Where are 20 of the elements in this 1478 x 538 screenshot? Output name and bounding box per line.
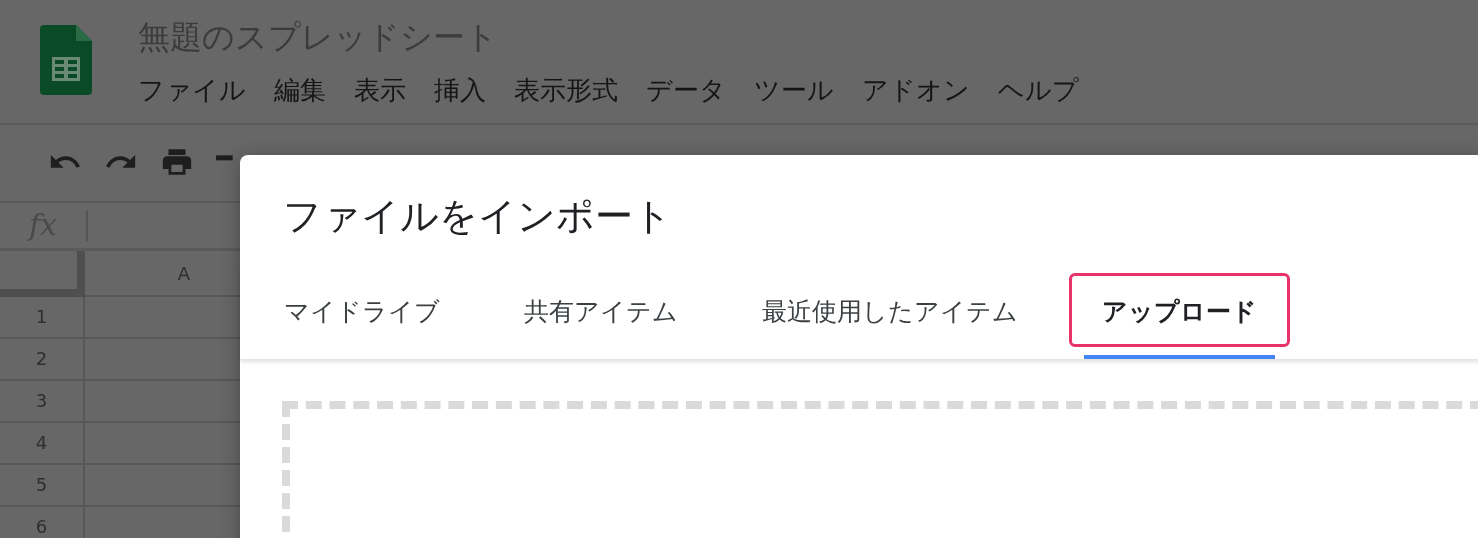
row-header: 6 — [0, 507, 85, 538]
menu-item[interactable]: 編集 — [274, 72, 326, 108]
menu-item[interactable]: ツール — [754, 72, 834, 108]
menu-item[interactable]: アドオン — [862, 72, 970, 108]
menu-item[interactable]: ヘルプ — [998, 72, 1079, 108]
row-header: 5 — [0, 465, 85, 507]
menu-item[interactable]: 表示形式 — [514, 72, 618, 108]
menu-item[interactable]: 表示 — [354, 72, 406, 108]
sheets-logo[interactable] — [40, 25, 92, 95]
menu-item[interactable]: 挿入 — [434, 72, 486, 108]
menu-item[interactable]: ファイル — [138, 72, 246, 108]
tab[interactable]: 共有アイテム — [506, 265, 696, 359]
row-header: 1 — [0, 297, 85, 339]
menu-item[interactable]: データ — [646, 72, 726, 108]
dialog-title: ファイルをインポート — [282, 193, 673, 239]
row-header: 3 — [0, 381, 85, 423]
row-header: 4 — [0, 423, 85, 465]
row-header: 2 — [0, 339, 85, 381]
tab[interactable]: アップロード — [1084, 265, 1275, 359]
tab[interactable]: 最近使用したアイテム — [744, 265, 1036, 359]
